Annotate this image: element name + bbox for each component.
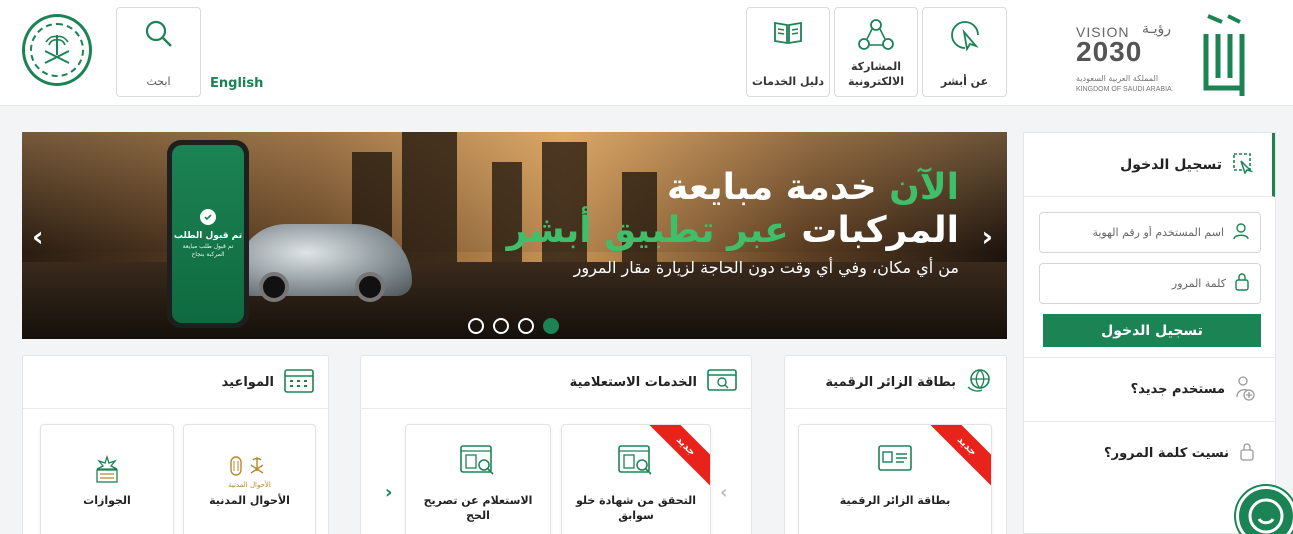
search-label: ابحث [146,75,171,89]
slider-dots [468,318,559,334]
e-participation-button[interactable]: المشاركة الالكترونية [834,7,918,97]
slider-dot[interactable] [543,318,559,334]
service-card-civil-affairs[interactable]: الأحوال المدنية الأحوال المدنية [183,424,316,534]
service-card-clearance[interactable]: جديد التحقق من شهادة خلو سوابق [561,424,711,534]
hero-headline-1: الآن خدمة مبايعة [507,166,959,209]
document-search-icon [618,445,654,481]
login-submit-button[interactable]: تسجيل الدخول [1043,314,1261,347]
calendar-icon [284,367,314,397]
civil-affairs-logo-text: الأحوال المدنية [228,481,271,489]
browser-search-icon [707,368,737,396]
car-image [237,224,412,302]
kingdom-english: KINGDOM OF SAUDI ARABIA [1076,86,1172,93]
forgot-password-link[interactable]: نسيت كلمة المرور؟ [1024,421,1275,485]
absher-logo-icon [1203,14,1245,96]
car-wheel [259,272,289,302]
phone-title: تم قبول الطلب [173,231,243,242]
car-wheel [355,272,385,302]
network-share-icon [858,18,894,57]
saudi-emblem-logo[interactable] [22,14,92,86]
id-card-icon [878,445,912,475]
lock-question-icon [1239,442,1255,466]
hero-subheadline: من أي مكان، وفي أي وقت دون الحاجة لزيارة… [573,258,959,278]
slider-dot[interactable] [518,318,534,334]
passports-emblem-icon [91,454,123,491]
hero-highlight: الآن [889,167,959,208]
vision-arabic-word: رؤيـة [1142,21,1172,37]
globe-icon [966,367,992,397]
palm-swords-icon [44,35,70,64]
appointments-section-title: المواعيد [221,374,274,390]
lock-icon [1234,272,1250,295]
e-participation-label: المشاركة الالكترونية [848,60,904,89]
new-user-label: مستخدم جديد؟ [1130,382,1225,397]
user-icon [1232,222,1250,244]
carousel-next-arrow[interactable]: › [385,482,392,503]
emblem-inner-ring [30,23,84,77]
service-card-passports[interactable]: الجوازات [40,424,174,534]
kingdom-arabic: المملكة العربية السعودية [1076,74,1159,83]
visitor-section-title: بطاقة الزائر الرقمية [825,374,956,390]
search-icon [143,18,175,55]
service-card-hajj-permit[interactable]: الاستعلام عن تصريح الحج [405,424,551,534]
phone-subtitle: تم قبول طلب مبايعة المركبة بنجاح [182,243,234,258]
vision-year: 2030 [1076,36,1143,67]
slider-prev-arrow[interactable]: ‹ [32,220,44,253]
phone-screen: تم قبول الطلب تم قبول طلب مبايعة المركبة… [172,145,244,323]
hero-text: الآن خدمة مبايعة المركبات عبر تطبيق أبشر… [507,166,959,277]
services-guide-button[interactable]: دليل الخدمات [746,7,830,97]
services-guide-label: دليل الخدمات [751,75,825,89]
card-label: الاستعلام عن تصريح الحج [423,494,533,523]
hero-headline-2-rest: المركبات [801,210,959,252]
slider-next-arrow[interactable]: › [981,220,993,253]
hero-headline-2: المركبات عبر تطبيق أبشر [507,209,959,252]
login-cursor-icon [1232,152,1254,178]
username-field-wrapper [1039,212,1261,253]
cursor-click-icon [948,18,982,57]
add-user-icon [1235,375,1255,405]
inquiry-section-header: الخدمات الاستعلامية [361,356,751,409]
hero-slider: تم قبول الطلب تم قبول طلب مبايعة المركبة… [22,132,1007,339]
about-absher-button[interactable]: عن أبشر [922,7,1007,97]
phone-mockup: تم قبول الطلب تم قبول طلب مبايعة المركبة… [167,140,249,328]
new-badge: جديد [926,425,991,487]
appointments-section-header: المواعيد [23,356,328,409]
login-header: تسجيل الدخول [1024,133,1275,197]
site-header: ابحث English دليل الخدمات المشاركة الالك… [0,0,1293,106]
slider-dot[interactable] [493,318,509,334]
about-absher-label: عن أبشر [940,75,989,89]
language-switch-link[interactable]: English [210,76,263,91]
chat-smile-icon [1248,498,1284,534]
card-label: التحقق من شهادة خلو سوابق [575,494,696,523]
document-search-icon [460,445,496,481]
service-card-visitor[interactable]: جديد بطاقة الزائر الرقمية [798,424,992,534]
vision-absher-logo[interactable]: VISION رؤيـة 2030 المملكة العربية السعود… [1072,8,1262,100]
card-label: الأحوال المدنية [209,494,290,507]
card-label: بطاقة الزائر الرقمية [839,494,951,507]
skyscraper [402,132,457,272]
slider-dot[interactable] [468,318,484,334]
login-panel: تسجيل الدخول تسجيل الدخول مستخدم جديد؟ ن… [1023,132,1276,534]
carousel-prev-arrow[interactable]: ‹ [720,482,727,503]
hero-highlight: عبر تطبيق أبشر [506,210,789,252]
chat-assistant-button[interactable] [1236,486,1293,534]
new-badge: جديد [645,425,710,487]
card-label: الجوازات [83,494,131,507]
password-field-wrapper [1039,263,1261,304]
visitor-section-header: بطاقة الزائر الرقمية [785,356,1006,409]
login-title: تسجيل الدخول [1120,156,1222,173]
book-icon [772,18,804,51]
search-button[interactable]: ابحث [116,7,201,97]
check-icon [200,209,216,226]
username-input[interactable] [1064,226,1224,239]
hero-headline-1-rest: خدمة مبايعة [667,167,877,208]
inquiry-section-title: الخدمات الاستعلامية [569,374,697,390]
new-user-link[interactable]: مستخدم جديد؟ [1024,357,1275,421]
password-input[interactable] [1066,277,1226,290]
forgot-password-label: نسيت كلمة المرور؟ [1104,446,1229,461]
